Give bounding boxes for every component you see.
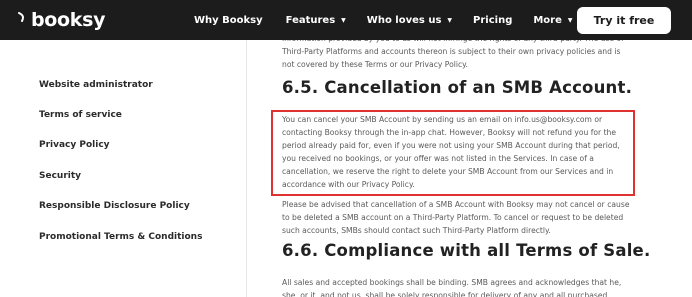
terms-content: information provided by you to us will n…	[247, 40, 692, 297]
caret-down-icon: ▼	[567, 16, 573, 24]
caret-down-icon: ▼	[447, 16, 453, 24]
nav-features[interactable]: Features ▼	[286, 15, 346, 26]
nav-pricing-label: Pricing	[473, 14, 513, 26]
caret-down-icon: ▼	[341, 16, 346, 24]
sidebar-item-terms-of-service[interactable]: Terms of service	[39, 110, 122, 120]
nav-why-booksy-label: Why Booksy	[194, 14, 263, 26]
sidebar-item-responsible-disclosure-policy[interactable]: Responsible Disclosure Policy	[39, 201, 190, 211]
logo-swoosh-icon	[18, 10, 30, 30]
nav-who-loves-us[interactable]: Who loves us ▼	[367, 15, 452, 26]
sidebar-item-privacy-policy[interactable]: Privacy Policy	[39, 140, 110, 150]
nav-who-loves-us-label: Who loves us	[366, 14, 442, 26]
top-navigation-bar: booksy Why Booksy Features ▼ Who loves u…	[0, 0, 692, 40]
legal-sidebar: Website administrator Terms of service P…	[0, 40, 244, 297]
paragraph-cancel-smb-account: You can cancel your SMB Account by sendi…	[282, 115, 620, 189]
paragraph-third-party-platforms: information provided by you to us will n…	[282, 40, 624, 69]
sidebar-item-promotional-terms[interactable]: Promotional Terms & Conditions	[39, 232, 202, 242]
try-it-free-button[interactable]: Try it free	[577, 7, 671, 34]
logo-text: booksy	[31, 9, 106, 31]
heading-cancellation-smb-account: 6.5. Cancellation of an SMB Account.	[282, 78, 633, 97]
sidebar-item-website-administrator[interactable]: Website administrator	[39, 80, 153, 90]
paragraph-third-party-cancellation: Please be advised that cancellation of a…	[282, 200, 630, 235]
nav-more[interactable]: More ▼	[533, 15, 572, 26]
nav-features-label: Features	[285, 14, 336, 26]
main-nav: Why Booksy Features ▼ Who loves us ▼ Pri…	[194, 0, 573, 40]
heading-compliance-terms-of-sale: 6.6. Compliance with all Terms of Sale.	[282, 241, 651, 260]
paragraph-sales-binding: All sales and accepted bookings shall be…	[282, 278, 622, 297]
nav-why-booksy[interactable]: Why Booksy	[194, 15, 263, 26]
booksy-logo[interactable]: booksy	[18, 8, 106, 32]
nav-pricing[interactable]: Pricing	[473, 15, 512, 26]
sidebar-item-security[interactable]: Security	[39, 171, 81, 181]
nav-more-label: More	[533, 14, 562, 26]
